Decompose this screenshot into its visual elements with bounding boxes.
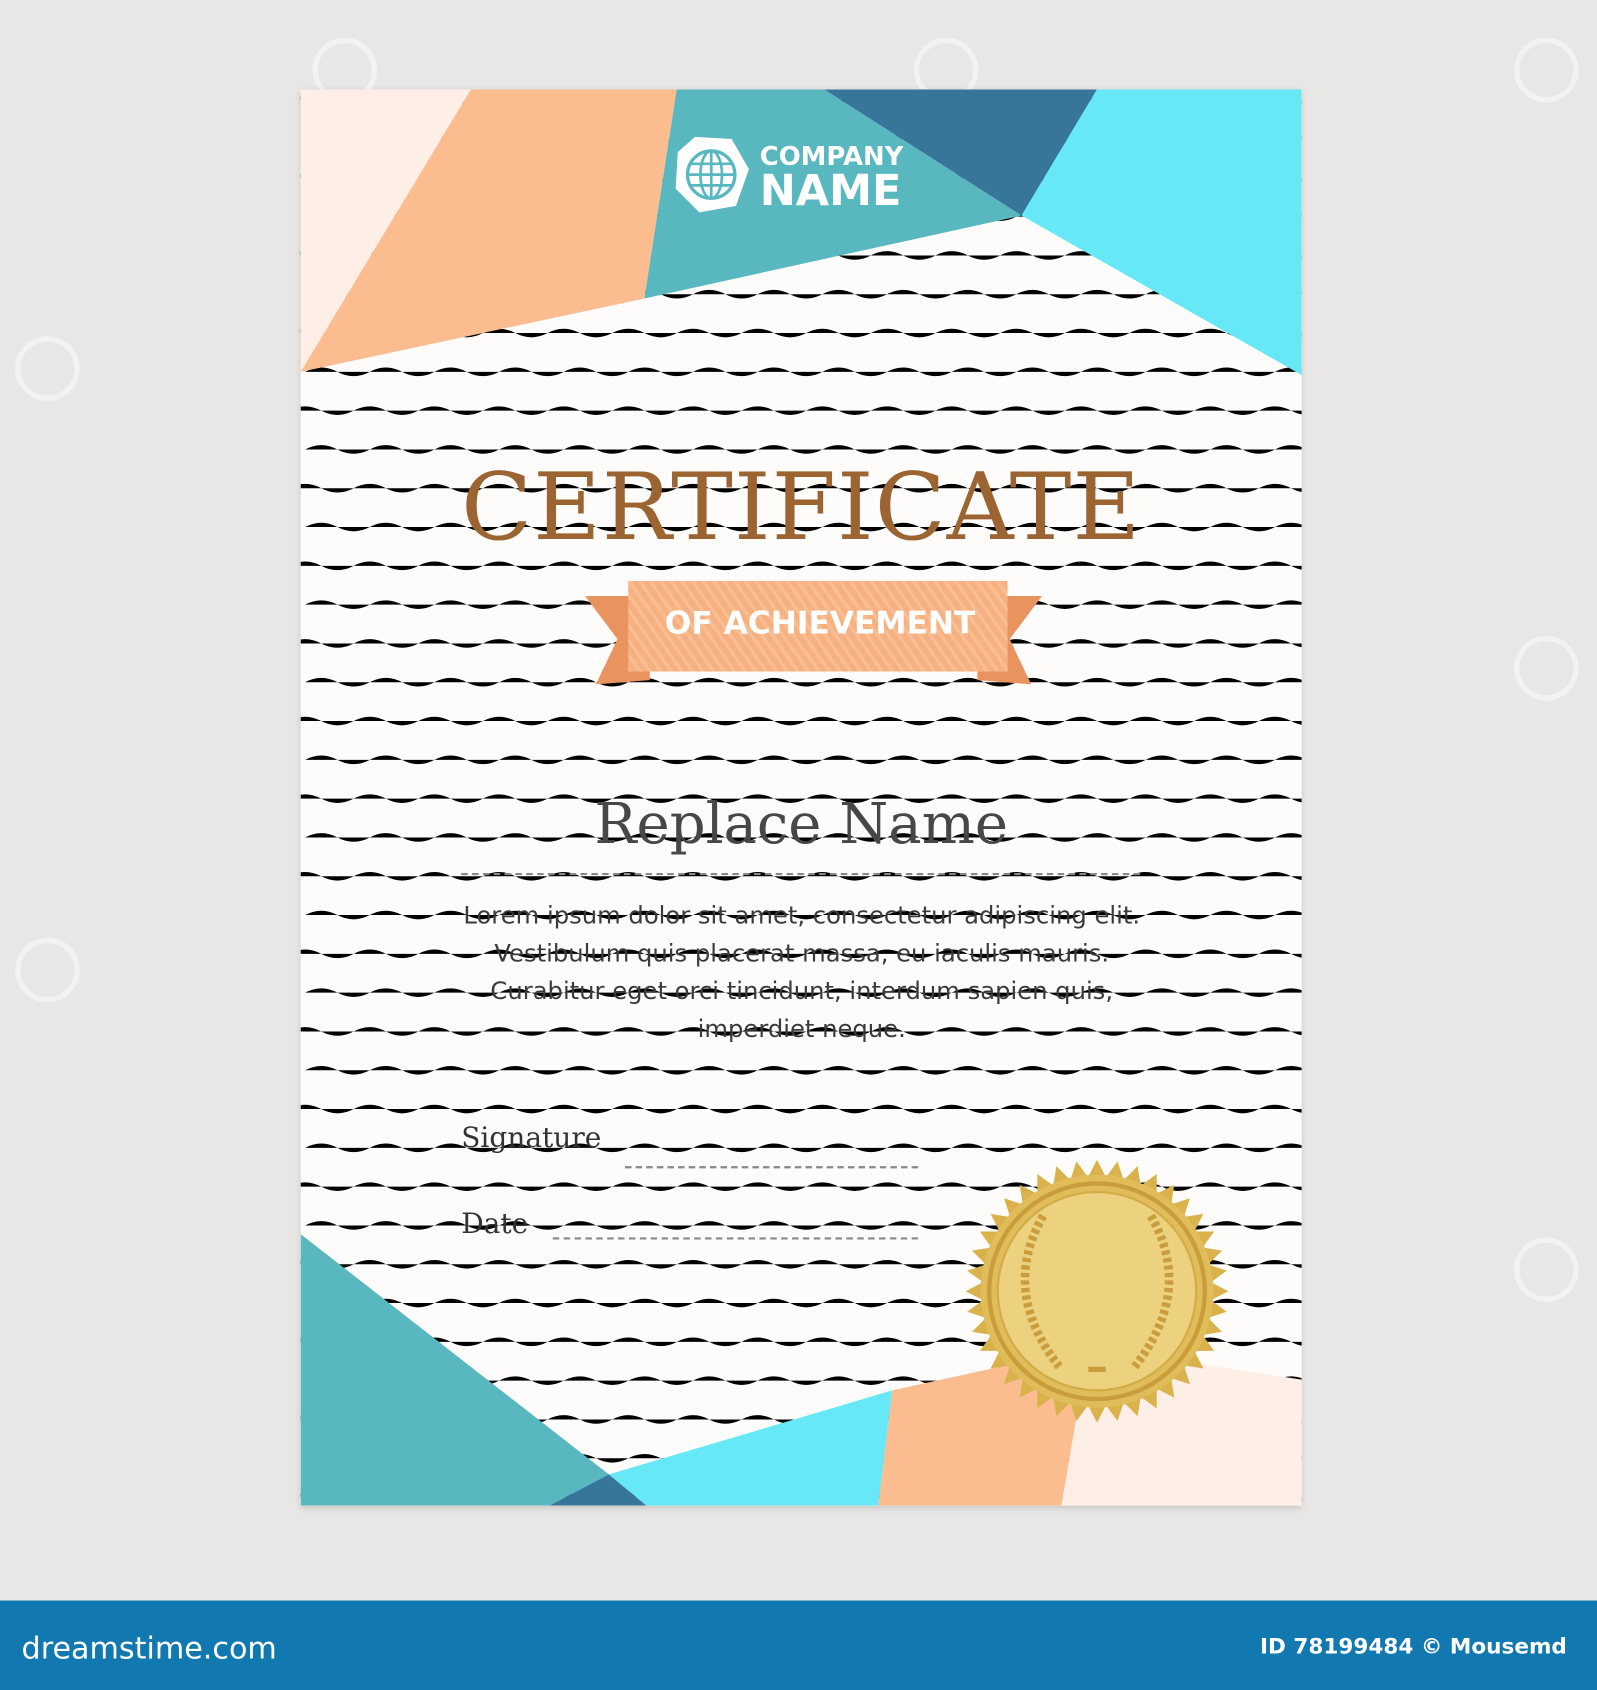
certificate-subtitle: OF ACHIEVEMENT — [664, 604, 976, 642]
watermark-icon — [15, 937, 80, 1003]
stock-image: COMPANY NAME CERTIFICATE OF ACHIEVEMENT … — [0, 0, 1597, 1690]
certificate: COMPANY NAME CERTIFICATE OF ACHIEVEMENT … — [300, 89, 1302, 1506]
watermark-icon — [1514, 1237, 1579, 1302]
globe-icon — [675, 136, 749, 213]
date-label: Date — [461, 1208, 529, 1241]
description-line: Vestibulum quis placerat massa, eu iacul… — [494, 939, 1110, 968]
footer-bar: dreamstime.com ID 78199484 © Mousemd — [0, 1600, 1597, 1690]
description-line: imperdiet neque. — [697, 1015, 906, 1044]
date-line — [552, 1237, 919, 1240]
signature-label: Signature — [461, 1121, 602, 1155]
description-line: Lorem ipsum dolor sit amet, consectetur … — [463, 902, 1141, 931]
description-line: Curabitur eget orci tincidunt, interdum … — [490, 977, 1114, 1006]
watermark-icon — [1514, 635, 1579, 701]
gold-seal — [965, 1159, 1229, 1423]
name-underline — [461, 873, 1141, 876]
certificate-description: Lorem ipsum dolor sit amet, consectetur … — [430, 898, 1174, 1049]
watermark-icon — [15, 336, 80, 401]
company-name-line2: NAME — [759, 165, 902, 216]
company-logo: COMPANY NAME — [675, 136, 903, 216]
watermark-icon — [1514, 37, 1579, 103]
signature-line — [625, 1166, 919, 1169]
site-logo: dreamstime.com — [21, 1630, 277, 1667]
certificate-title: CERTIFICATE — [461, 453, 1142, 562]
bottom-cyan-shape — [608, 1390, 893, 1506]
recipient-name: Replace Name — [594, 792, 1009, 857]
image-credit: ID 78199484 © Mousemd — [1259, 1632, 1567, 1659]
bottom-teal-shape — [300, 1234, 609, 1506]
